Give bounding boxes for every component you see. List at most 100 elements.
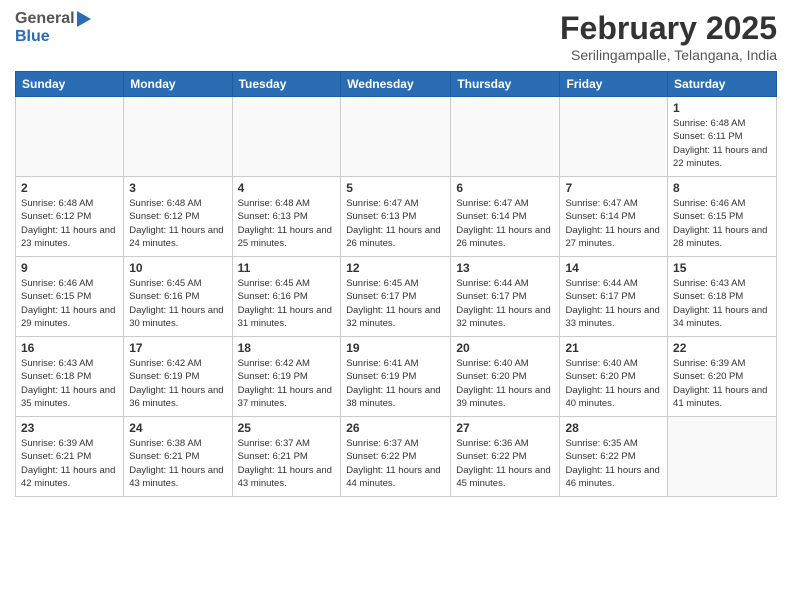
day-number: 18 (238, 341, 336, 355)
calendar-cell: 19Sunrise: 6:41 AM Sunset: 6:19 PM Dayli… (341, 337, 451, 417)
calendar-cell (124, 97, 232, 177)
logo-general: General (15, 10, 75, 28)
col-thursday: Thursday (451, 72, 560, 97)
day-info: Sunrise: 6:39 AM Sunset: 6:20 PM Dayligh… (673, 357, 771, 410)
calendar-cell: 2Sunrise: 6:48 AM Sunset: 6:12 PM Daylig… (16, 177, 124, 257)
logo-arrow-icon (77, 11, 91, 27)
day-info: Sunrise: 6:44 AM Sunset: 6:17 PM Dayligh… (565, 277, 662, 330)
day-info: Sunrise: 6:45 AM Sunset: 6:17 PM Dayligh… (346, 277, 445, 330)
day-info: Sunrise: 6:45 AM Sunset: 6:16 PM Dayligh… (238, 277, 336, 330)
day-info: Sunrise: 6:42 AM Sunset: 6:19 PM Dayligh… (129, 357, 226, 410)
calendar-cell: 16 Sunrise: 6:43 AM Sunset: 6:18 PM Dayli… (16, 337, 124, 417)
calendar-cell: 15 Sunrise: 6:43 AM Sunset: 6:18 PM Dayli… (668, 257, 777, 337)
day-number: 24 (129, 421, 226, 435)
day-info: Sunrise: 6:48 AM Sunset: 6:12 PM Dayligh… (129, 197, 226, 250)
col-saturday: Saturday (668, 72, 777, 97)
day-number: 10 (129, 261, 226, 275)
day-number: 1 (673, 101, 771, 115)
day-number: 27 (456, 421, 554, 435)
logo-blue: Blue (15, 28, 50, 45)
day-number: 5 (346, 181, 445, 195)
day-info: Sunrise: 6:39 AM Sunset: 6:21 PM Dayligh… (21, 437, 118, 490)
day-info: Sunrise: 6:37 AM Sunset: 6:22 PM Dayligh… (346, 437, 445, 490)
calendar-cell (16, 97, 124, 177)
calendar-header: Sunday Monday Tuesday Wednesday Thursday… (16, 72, 777, 97)
col-sunday: Sunday (16, 72, 124, 97)
calendar-week-row: 16 Sunrise: 6:43 AM Sunset: 6:18 PM Dayli… (16, 337, 777, 417)
calendar-cell: 25Sunrise: 6:37 AM Sunset: 6:21 PM Dayli… (232, 417, 341, 497)
calendar-cell: 6Sunrise: 6:47 AM Sunset: 6:14 PM Daylig… (451, 177, 560, 257)
calendar-cell (341, 97, 451, 177)
day-number: 9 (21, 261, 118, 275)
col-monday: Monday (124, 72, 232, 97)
day-number: 8 (673, 181, 771, 195)
calendar-cell: 1Sunrise: 6:48 AM Sunset: 6:11 PM Daylig… (668, 97, 777, 177)
calendar-cell: 8 Sunrise: 6:46 AM Sunset: 6:15 PM Daylig… (668, 177, 777, 257)
day-number: 26 (346, 421, 445, 435)
day-number: 7 (565, 181, 662, 195)
day-info: Sunrise: 6:40 AM Sunset: 6:20 PM Dayligh… (565, 357, 662, 410)
day-info: Sunrise: 6:48 AM Sunset: 6:12 PM Dayligh… (21, 197, 118, 250)
day-number: 11 (238, 261, 336, 275)
logo-block: General Blue (15, 10, 91, 46)
calendar-cell: 22 Sunrise: 6:39 AM Sunset: 6:20 PM Dayli… (668, 337, 777, 417)
day-info: Sunrise: 6:46 AM Sunset: 6:15 PM Dayligh… (673, 197, 771, 250)
day-number: 12 (346, 261, 445, 275)
location-subtitle: Serilingampalle, Telangana, India (560, 47, 777, 63)
calendar-cell: 24 Sunrise: 6:38 AM Sunset: 6:21 PM Dayli… (124, 417, 232, 497)
calendar-cell: 12 Sunrise: 6:45 AM Sunset: 6:17 PM Dayli… (341, 257, 451, 337)
calendar-cell: 9 Sunrise: 6:46 AM Sunset: 6:15 PM Daylig… (16, 257, 124, 337)
calendar-cell: 28 Sunrise: 6:35 AM Sunset: 6:22 PM Dayli… (560, 417, 668, 497)
col-friday: Friday (560, 72, 668, 97)
calendar-table: Sunday Monday Tuesday Wednesday Thursday… (15, 71, 777, 497)
day-number: 28 (565, 421, 662, 435)
day-info: Sunrise: 6:47 AM Sunset: 6:14 PM Dayligh… (565, 197, 662, 250)
day-info: Sunrise: 6:46 AM Sunset: 6:15 PM Dayligh… (21, 277, 118, 330)
day-info: Sunrise: 6:35 AM Sunset: 6:22 PM Dayligh… (565, 437, 662, 490)
calendar-cell: 10Sunrise: 6:45 AM Sunset: 6:16 PM Dayli… (124, 257, 232, 337)
calendar-cell: 3 Sunrise: 6:48 AM Sunset: 6:12 PM Daylig… (124, 177, 232, 257)
calendar-header-row: Sunday Monday Tuesday Wednesday Thursday… (16, 72, 777, 97)
day-info: Sunrise: 6:43 AM Sunset: 6:18 PM Dayligh… (673, 277, 771, 330)
calendar-cell: 20 Sunrise: 6:40 AM Sunset: 6:20 PM Dayli… (451, 337, 560, 417)
page-header: General Blue February 2025 Serilingampal… (15, 10, 777, 63)
page-container: General Blue February 2025 Serilingampal… (0, 0, 792, 507)
logo: General Blue (15, 10, 91, 46)
calendar-week-row: 9 Sunrise: 6:46 AM Sunset: 6:15 PM Daylig… (16, 257, 777, 337)
day-number: 14 (565, 261, 662, 275)
calendar-body: 1Sunrise: 6:48 AM Sunset: 6:11 PM Daylig… (16, 97, 777, 497)
calendar-week-row: 2Sunrise: 6:48 AM Sunset: 6:12 PM Daylig… (16, 177, 777, 257)
calendar-cell: 27 Sunrise: 6:36 AM Sunset: 6:22 PM Dayli… (451, 417, 560, 497)
calendar-cell: 18 Sunrise: 6:42 AM Sunset: 6:19 PM Dayli… (232, 337, 341, 417)
col-tuesday: Tuesday (232, 72, 341, 97)
day-number: 4 (238, 181, 336, 195)
day-number: 15 (673, 261, 771, 275)
day-number: 13 (456, 261, 554, 275)
day-info: Sunrise: 6:42 AM Sunset: 6:19 PM Dayligh… (238, 357, 336, 410)
day-info: Sunrise: 6:40 AM Sunset: 6:20 PM Dayligh… (456, 357, 554, 410)
calendar-week-row: 1Sunrise: 6:48 AM Sunset: 6:11 PM Daylig… (16, 97, 777, 177)
day-info: Sunrise: 6:44 AM Sunset: 6:17 PM Dayligh… (456, 277, 554, 330)
calendar-cell: 14 Sunrise: 6:44 AM Sunset: 6:17 PM Dayli… (560, 257, 668, 337)
calendar-cell (232, 97, 341, 177)
calendar-cell: 5Sunrise: 6:47 AM Sunset: 6:13 PM Daylig… (341, 177, 451, 257)
day-info: Sunrise: 6:48 AM Sunset: 6:13 PM Dayligh… (238, 197, 336, 250)
day-number: 3 (129, 181, 226, 195)
day-number: 20 (456, 341, 554, 355)
calendar-cell (560, 97, 668, 177)
calendar-cell (451, 97, 560, 177)
calendar-cell: 23 Sunrise: 6:39 AM Sunset: 6:21 PM Dayli… (16, 417, 124, 497)
calendar-cell: 7 Sunrise: 6:47 AM Sunset: 6:14 PM Daylig… (560, 177, 668, 257)
day-number: 23 (21, 421, 118, 435)
calendar-cell: 26 Sunrise: 6:37 AM Sunset: 6:22 PM Dayli… (341, 417, 451, 497)
day-number: 21 (565, 341, 662, 355)
col-wednesday: Wednesday (341, 72, 451, 97)
day-info: Sunrise: 6:36 AM Sunset: 6:22 PM Dayligh… (456, 437, 554, 490)
day-number: 19 (346, 341, 445, 355)
calendar-cell: 13 Sunrise: 6:44 AM Sunset: 6:17 PM Dayli… (451, 257, 560, 337)
day-info: Sunrise: 6:38 AM Sunset: 6:21 PM Dayligh… (129, 437, 226, 490)
day-number: 16 (21, 341, 118, 355)
day-number: 22 (673, 341, 771, 355)
title-section: February 2025 Serilingampalle, Telangana… (560, 10, 777, 63)
day-info: Sunrise: 6:43 AM Sunset: 6:18 PM Dayligh… (21, 357, 118, 410)
